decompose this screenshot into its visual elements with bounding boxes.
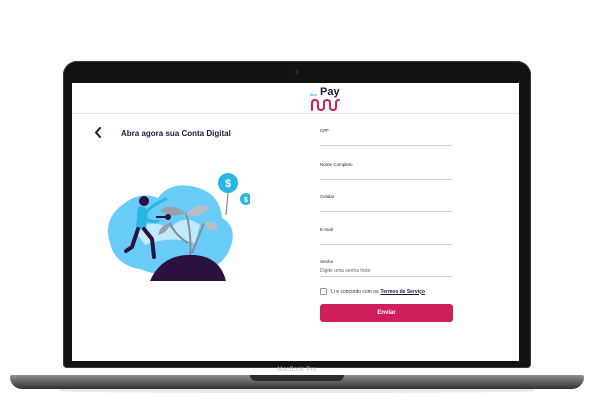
terms-agreement: Li e concordo com os Termos de Serviço — [320, 288, 425, 295]
chevron-left-icon — [95, 127, 101, 138]
app-header: ikix Pay — [72, 83, 519, 114]
cpf-label: CPF — [320, 128, 329, 133]
investment-illustration: $ $ — [107, 173, 250, 281]
logo-pay-text: Pay — [320, 86, 340, 98]
back-button[interactable] — [94, 127, 104, 139]
password-field: Senha — [320, 259, 452, 277]
laptop-notch — [250, 375, 344, 381]
full-name-input[interactable] — [320, 169, 452, 180]
page-title: Abra agora sua Conta Digital — [121, 129, 231, 138]
terms-of-service-link[interactable]: Termos de Serviço — [381, 289, 425, 295]
full-name-field: Nome Completo — [320, 162, 452, 180]
svg-text:$: $ — [225, 178, 231, 190]
logo-wave-mark — [311, 99, 340, 111]
submit-button[interactable]: Enviar — [320, 304, 453, 322]
email-input[interactable] — [320, 234, 452, 245]
laptop-camera — [295, 70, 299, 74]
email-label: E-mail — [320, 227, 333, 232]
laptop-shadow — [60, 389, 534, 393]
svg-text:$: $ — [244, 197, 248, 204]
phone-input[interactable] — [320, 201, 452, 212]
app-screen: ikix Pay Abra agora sua Conta Digital $ … — [72, 83, 519, 361]
password-input[interactable] — [320, 266, 452, 277]
terms-text: Li e concordo com os — [331, 288, 379, 295]
laptop-model-label: MacBook Pro — [277, 367, 317, 373]
logo-small-text: ikix — [310, 92, 317, 97]
terms-checkbox[interactable] — [320, 288, 327, 295]
phone-field: Celular — [320, 194, 452, 212]
email-field: E-mail — [320, 227, 452, 245]
password-label: Senha — [320, 259, 334, 264]
cpf-field: CPF — [320, 128, 452, 146]
full-name-label: Nome Completo — [320, 162, 353, 167]
logo[interactable]: ikix Pay — [310, 86, 344, 112]
cpf-input[interactable] — [320, 135, 452, 146]
phone-label: Celular — [320, 194, 335, 199]
